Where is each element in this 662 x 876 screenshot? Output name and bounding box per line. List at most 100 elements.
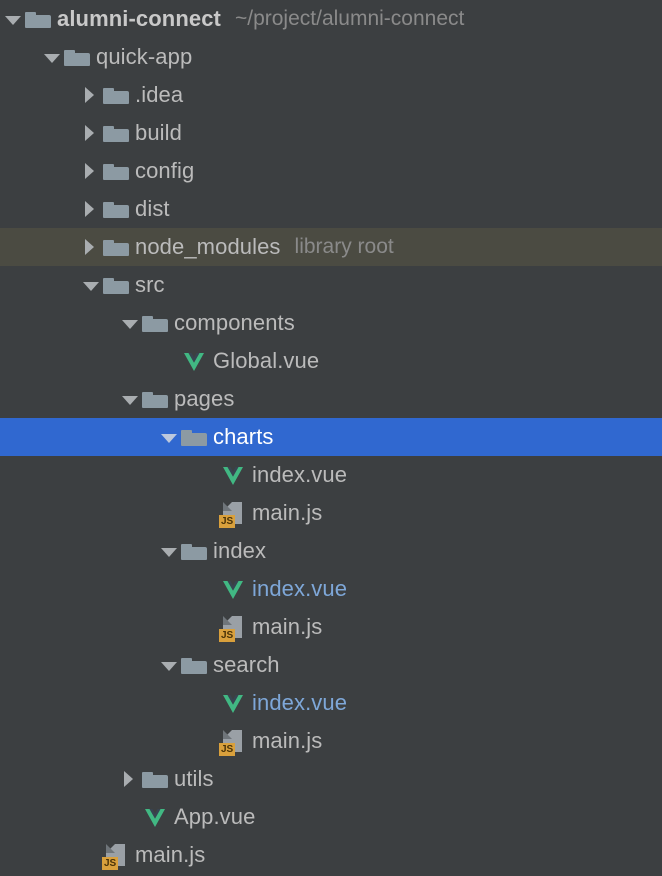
tree-row-secondary-label: ~/project/alumni-connect bbox=[234, 7, 465, 30]
tree-row[interactable]: components bbox=[0, 304, 662, 342]
js-badge: JS bbox=[102, 857, 119, 870]
tree-row[interactable]: pages bbox=[0, 380, 662, 418]
chevron-right-icon[interactable] bbox=[119, 760, 141, 798]
chevron-down-icon[interactable] bbox=[80, 266, 102, 304]
chevron-right-icon[interactable] bbox=[80, 228, 102, 266]
folder-icon bbox=[102, 190, 132, 228]
tree-row-label: index.vue bbox=[252, 462, 348, 487]
chevron-right-icon[interactable] bbox=[80, 76, 102, 114]
tree-row-label: utils bbox=[174, 766, 214, 791]
tree-row[interactable]: config bbox=[0, 152, 662, 190]
folder-icon bbox=[102, 152, 132, 190]
tree-row-label: index.vue bbox=[252, 690, 348, 715]
tree-row-secondary-label: library root bbox=[294, 235, 394, 258]
tree-row[interactable]: index bbox=[0, 532, 662, 570]
chevron-down-icon[interactable] bbox=[158, 646, 180, 684]
tree-row-label: alumni-connect bbox=[57, 6, 221, 31]
tree-row-label: search bbox=[213, 652, 280, 677]
folder-icon bbox=[141, 380, 171, 418]
js-icon: JS bbox=[219, 608, 249, 646]
tree-row-label: build bbox=[135, 120, 182, 145]
tree-row[interactable]: dist bbox=[0, 190, 662, 228]
tree-row-label: index.vue bbox=[252, 576, 348, 601]
tree-row[interactable]: index.vue bbox=[0, 456, 662, 494]
folder-icon bbox=[102, 114, 132, 152]
tree-row-label: main.js bbox=[252, 614, 323, 639]
chevron-down-icon[interactable] bbox=[119, 304, 141, 342]
chevron-down-icon[interactable] bbox=[41, 38, 63, 76]
tree-row[interactable]: index.vue bbox=[0, 684, 662, 722]
chevron-down-icon[interactable] bbox=[119, 380, 141, 418]
tree-row[interactable]: build bbox=[0, 114, 662, 152]
project-tree[interactable]: alumni-connect ~/project/alumni-connect qu… bbox=[0, 0, 662, 876]
vue-icon bbox=[219, 456, 249, 494]
folder-icon bbox=[24, 0, 54, 38]
js-badge: JS bbox=[219, 629, 236, 642]
vue-icon bbox=[180, 342, 210, 380]
js-badge: JS bbox=[219, 743, 236, 756]
chevron-down-icon[interactable] bbox=[158, 532, 180, 570]
vue-icon bbox=[219, 570, 249, 608]
folder-icon bbox=[102, 228, 132, 266]
chevron-right-icon[interactable] bbox=[80, 114, 102, 152]
folder-icon bbox=[102, 266, 132, 304]
chevron-down-icon[interactable] bbox=[158, 418, 180, 456]
tree-row[interactable]: quick-app bbox=[0, 38, 662, 76]
tree-row[interactable]: search bbox=[0, 646, 662, 684]
tree-row[interactable]: alumni-connect ~/project/alumni-connect bbox=[0, 0, 662, 38]
tree-row[interactable]: index.vue bbox=[0, 570, 662, 608]
tree-row[interactable]: .idea bbox=[0, 76, 662, 114]
tree-row[interactable]: Global.vue bbox=[0, 342, 662, 380]
tree-row-label: .idea bbox=[135, 82, 184, 107]
folder-icon bbox=[102, 76, 132, 114]
tree-row-label: Global.vue bbox=[213, 348, 320, 373]
tree-row-label: pages bbox=[174, 386, 235, 411]
tree-row[interactable]: JS main.js bbox=[0, 722, 662, 760]
tree-row[interactable]: utils bbox=[0, 760, 662, 798]
folder-icon bbox=[180, 418, 210, 456]
folder-icon bbox=[180, 646, 210, 684]
tree-row[interactable]: JS main.js bbox=[0, 608, 662, 646]
tree-row[interactable]: App.vue bbox=[0, 798, 662, 836]
tree-row[interactable]: src bbox=[0, 266, 662, 304]
tree-row-label: main.js bbox=[252, 500, 323, 525]
tree-row[interactable]: charts bbox=[0, 418, 662, 456]
tree-row-label: node_modules bbox=[135, 234, 281, 259]
tree-row[interactable]: node_modules library root bbox=[0, 228, 662, 266]
chevron-right-icon[interactable] bbox=[80, 190, 102, 228]
tree-row-label: charts bbox=[213, 424, 274, 449]
folder-icon bbox=[141, 760, 171, 798]
tree-row-label: index bbox=[213, 538, 267, 563]
chevron-down-icon[interactable] bbox=[2, 0, 24, 38]
vue-icon bbox=[219, 684, 249, 722]
tree-row[interactable]: JS main.js bbox=[0, 836, 662, 874]
chevron-right-icon[interactable] bbox=[80, 152, 102, 190]
tree-row-label: App.vue bbox=[174, 804, 256, 829]
js-icon: JS bbox=[219, 722, 249, 760]
tree-row[interactable]: JS main.js bbox=[0, 494, 662, 532]
